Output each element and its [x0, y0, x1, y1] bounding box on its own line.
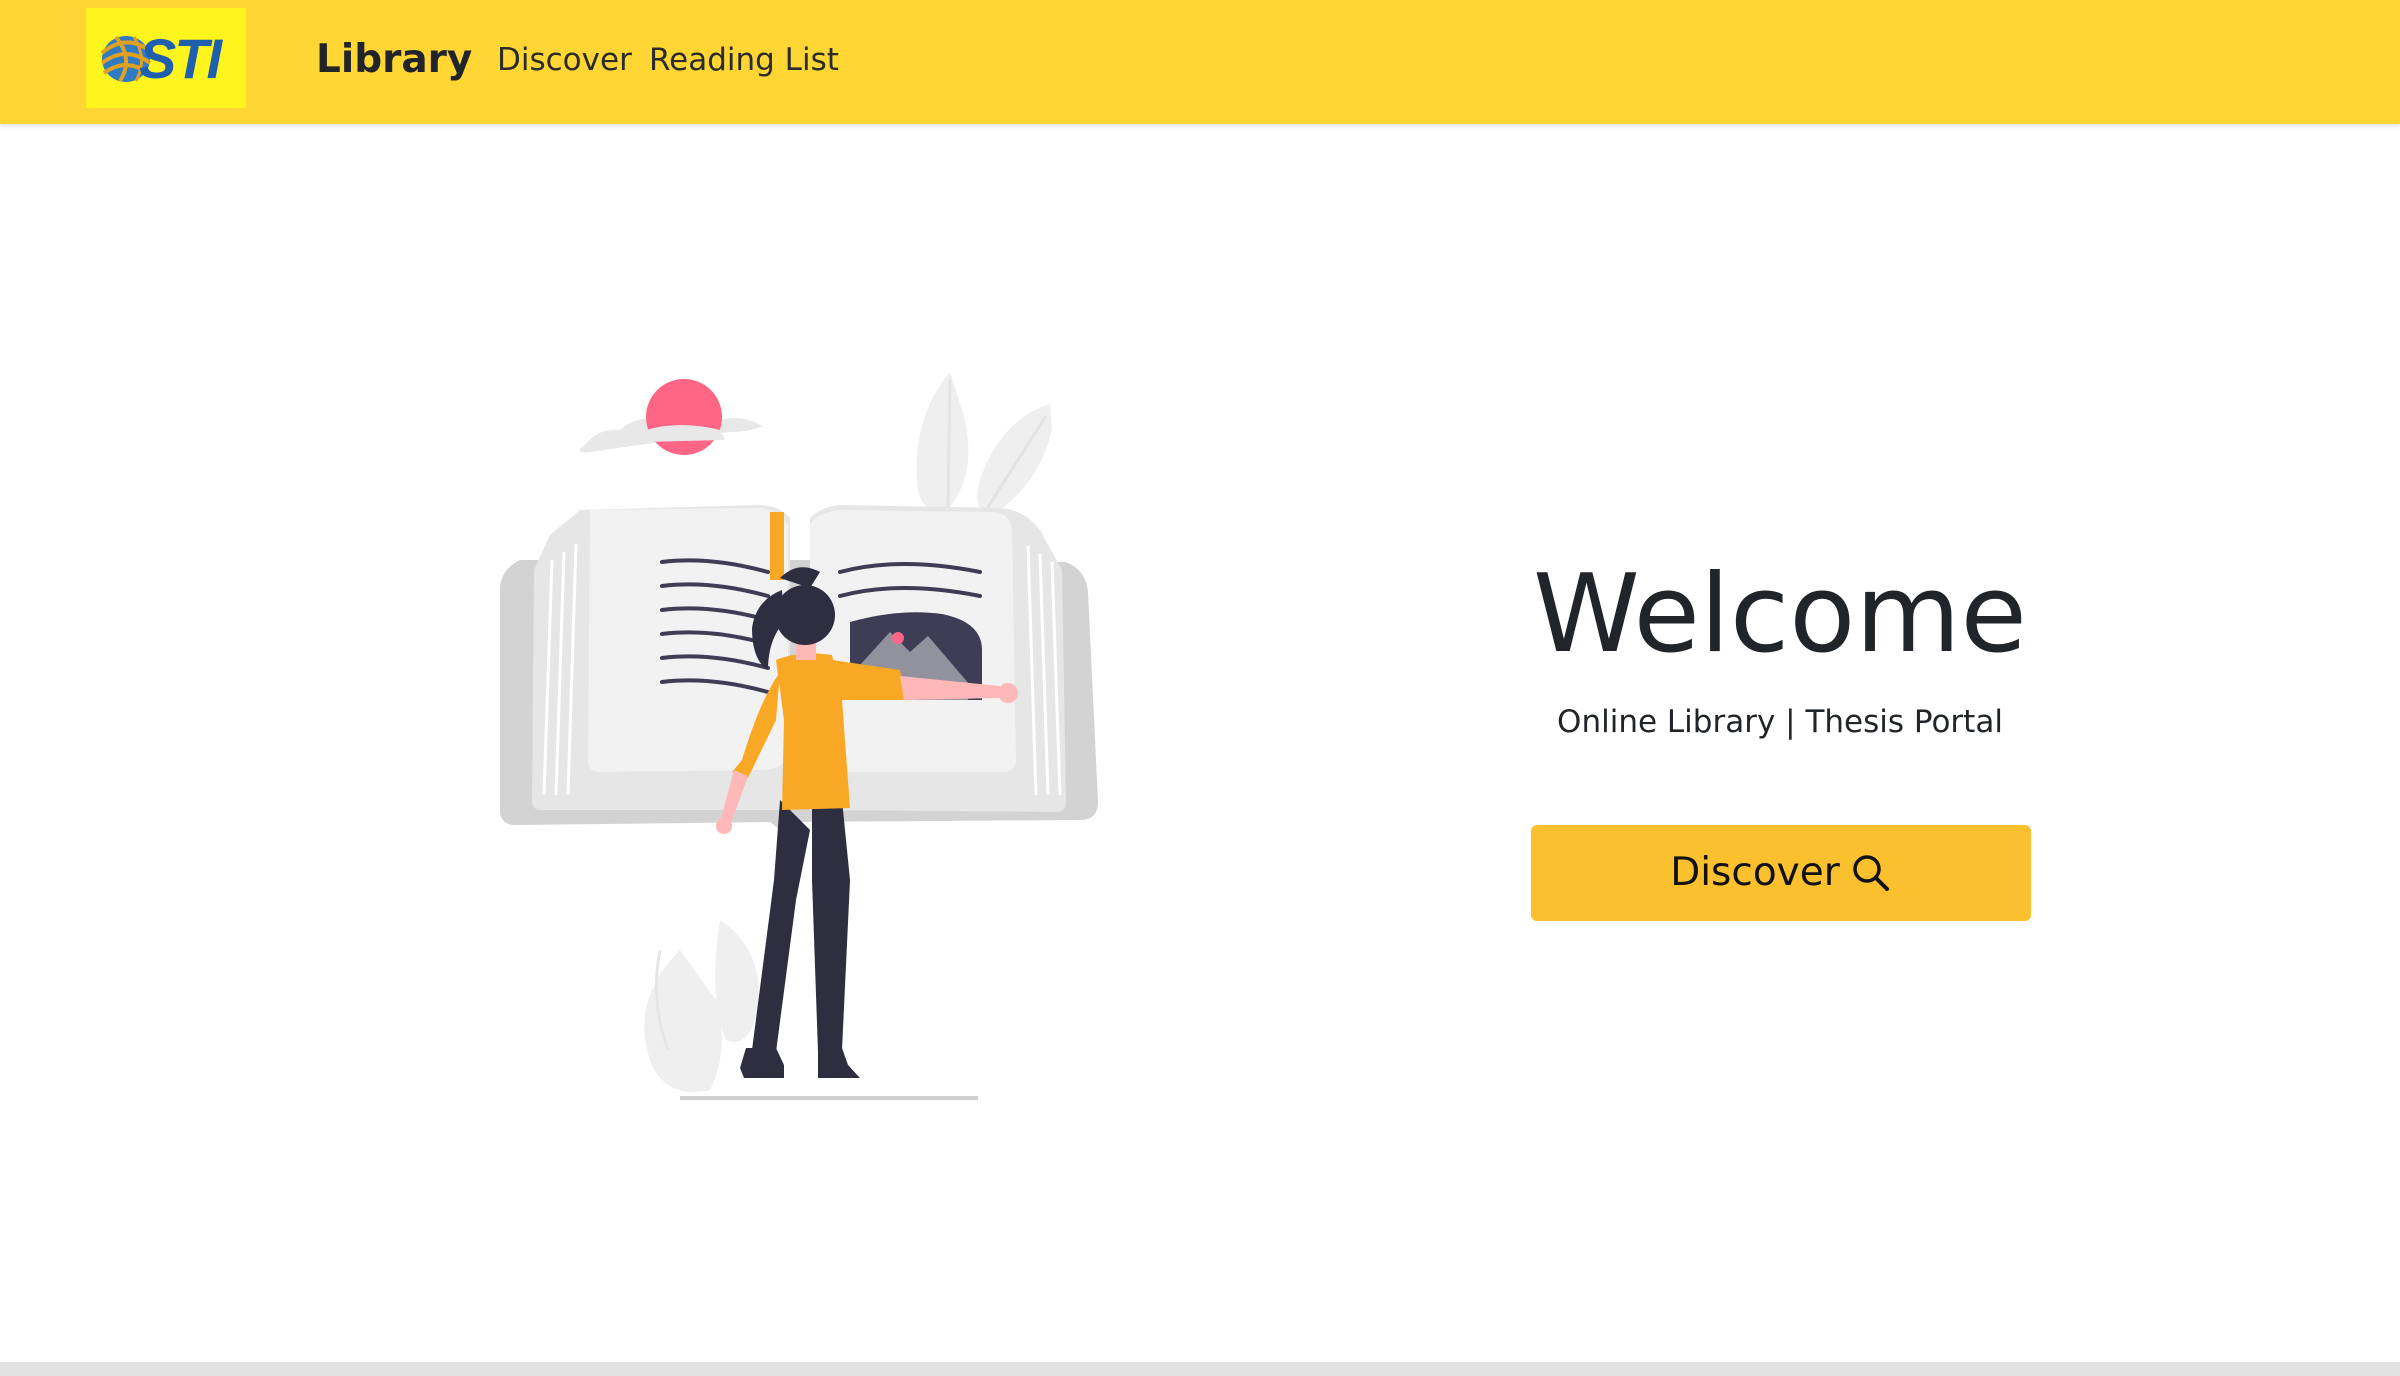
svg-text:STI: STI: [139, 27, 224, 90]
brand-library[interactable]: Library: [316, 34, 472, 86]
discover-button-label: Discover: [1670, 850, 1840, 895]
navbar: STI Library Discover Reading List: [0, 0, 2400, 124]
nav-link-reading-list[interactable]: Reading List: [649, 38, 839, 82]
page-title: Welcome: [1532, 552, 2027, 677]
woman-reading-book-illustration: [480, 360, 1140, 1124]
horizontal-scrollbar[interactable]: [0, 1362, 2400, 1376]
sti-logo[interactable]: STI: [86, 8, 246, 108]
discover-button[interactable]: Discover: [1531, 825, 2031, 921]
search-icon: [1850, 852, 1892, 894]
page-subtitle: Online Library | Thesis Portal: [1557, 704, 2003, 740]
nav-link-discover[interactable]: Discover: [497, 38, 632, 82]
